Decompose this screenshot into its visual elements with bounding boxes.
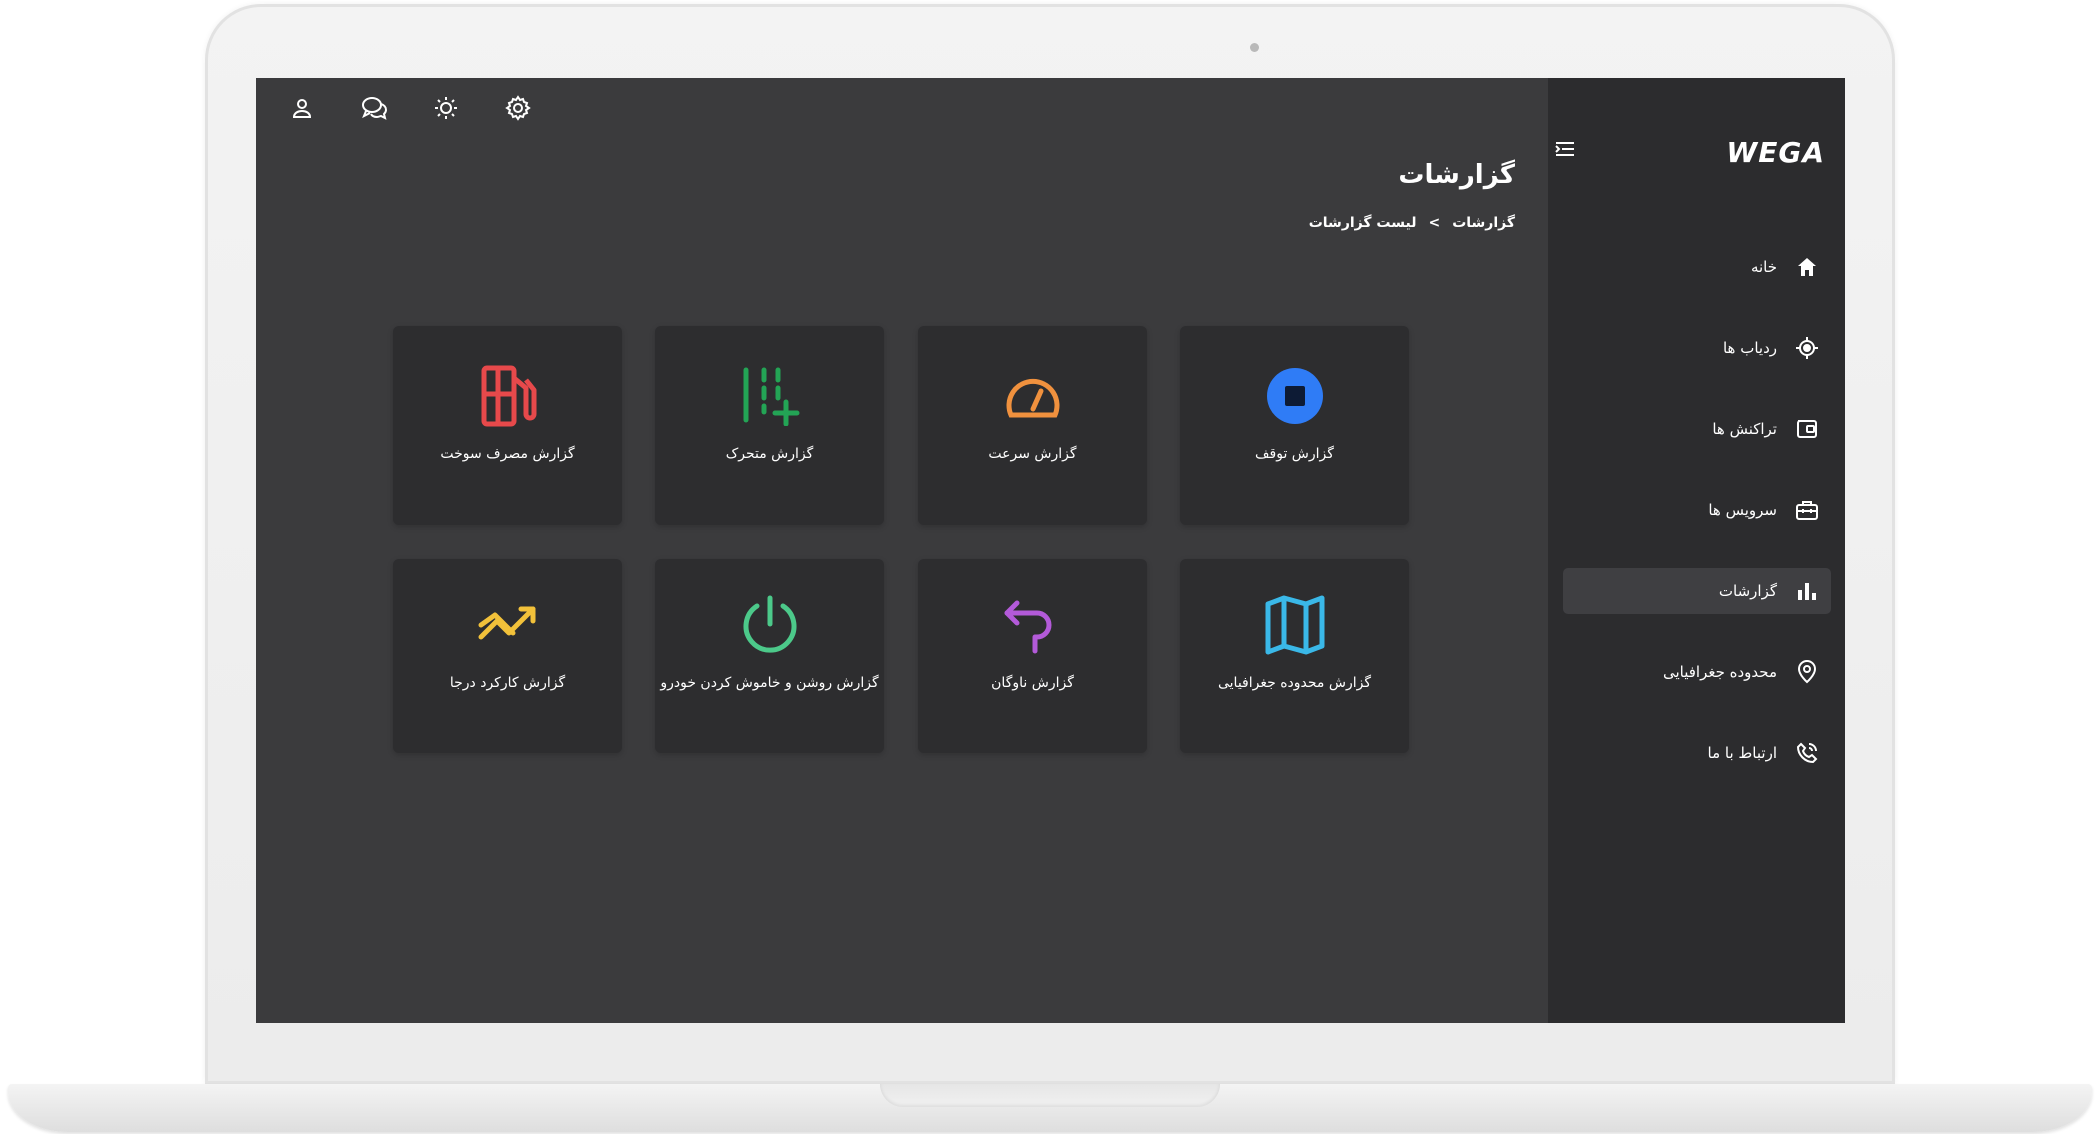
- phone-icon: [1793, 739, 1821, 767]
- sidebar-item-home[interactable]: خانه: [1563, 244, 1831, 290]
- speedometer-icon: [997, 360, 1069, 432]
- card-label: گزارش روشن و خاموش کردن خودرو: [660, 675, 879, 691]
- power-icon: [734, 589, 806, 661]
- moving-icon: [734, 360, 806, 432]
- wallet-icon: [1793, 415, 1821, 443]
- card-power-report[interactable]: گزارش روشن و خاموش کردن خودرو: [655, 559, 884, 753]
- settings-icon[interactable]: [502, 92, 534, 124]
- route-icon: [997, 589, 1069, 661]
- card-label: گزارش سرعت: [988, 446, 1077, 462]
- toolbox-icon: [1793, 496, 1821, 524]
- breadcrumb-item-report-list: لیست گزارشات: [1308, 215, 1417, 231]
- sidebar-item-transactions[interactable]: تراکنش ها: [1563, 406, 1831, 452]
- brightness-icon[interactable]: [430, 92, 462, 124]
- card-geofence-report[interactable]: گزارش محدوده جغرافیایی: [1180, 559, 1409, 753]
- card-label: گزارش توقف: [1255, 446, 1334, 462]
- sidebar-item-reports[interactable]: گزارشات: [1563, 568, 1831, 614]
- home-icon: [1793, 253, 1821, 281]
- breadcrumb-item-reports[interactable]: گزارشات: [1452, 215, 1515, 231]
- sidebar-item-contact[interactable]: ارتباط با ما: [1563, 730, 1831, 776]
- sidebar-item-trackers[interactable]: ردیاب ها: [1563, 325, 1831, 371]
- sidebar-item-label: محدوده جغرافیایی: [1662, 663, 1777, 681]
- report-cards-grid: گزارش توقف گزارش سرعت گزارش متحرک گزارش …: [393, 326, 1413, 756]
- card-label: گزارش محدوده جغرافیایی: [1217, 675, 1371, 691]
- sidebar-item-label: تراکنش ها: [1712, 420, 1777, 438]
- sidebar-item-label: خانه: [1750, 258, 1777, 276]
- app-logo[interactable]: WEGA: [1726, 136, 1825, 169]
- sidebar-item-geofence[interactable]: محدوده جغرافیایی: [1563, 649, 1831, 695]
- camera: [1250, 43, 1259, 52]
- card-moving-report[interactable]: گزارش متحرک: [655, 326, 884, 525]
- sidebar-item-label: گزارشات: [1718, 582, 1777, 600]
- card-speed-report[interactable]: گزارش سرعت: [918, 326, 1147, 525]
- map-pin-icon: [1793, 658, 1821, 686]
- card-stop-report[interactable]: گزارش توقف: [1180, 326, 1409, 525]
- stop-icon: [1259, 360, 1331, 432]
- menu-collapse-icon[interactable]: [1552, 140, 1576, 160]
- card-label: گزارش ناوگان: [991, 675, 1074, 691]
- sidebar-nav: خانه ردیاب ها تراکنش ها سرویس ها گزارشات…: [1563, 244, 1831, 811]
- sidebar-item-label: ردیاب ها: [1722, 339, 1777, 357]
- sidebar-item-label: ارتباط با ما: [1707, 744, 1777, 762]
- fuel-icon: [472, 360, 544, 432]
- card-fuel-report[interactable]: گزارش مصرف سوخت: [393, 326, 622, 525]
- breadcrumb: گزارشات > لیست گزارشات: [1309, 215, 1515, 231]
- bar-chart-icon: [1793, 577, 1821, 605]
- card-label: گزارش مصرف سوخت: [440, 446, 575, 462]
- card-label: گزارش متحرک: [725, 446, 814, 462]
- breadcrumb-separator: >: [1428, 215, 1441, 231]
- card-label: گزارش کارکرد درجا: [449, 675, 566, 691]
- page-title: گزارشات: [1398, 160, 1515, 190]
- chat-icon[interactable]: [358, 92, 390, 124]
- top-toolbar: [286, 92, 534, 124]
- sidebar: WEGA خانه ردیاب ها تراکنش ها سرویس ها گز…: [1548, 78, 1845, 1023]
- laptop-notch: [880, 1084, 1220, 1107]
- sidebar-item-services[interactable]: سرویس ها: [1563, 487, 1831, 533]
- card-idle-report[interactable]: گزارش کارکرد درجا: [393, 559, 622, 753]
- app-screen: گزارشات گزارشات > لیست گزارشات گزارش توق…: [256, 78, 1845, 1023]
- sidebar-item-label: سرویس ها: [1708, 501, 1777, 519]
- target-icon: [1793, 334, 1821, 362]
- trend-icon: [472, 589, 544, 661]
- user-icon[interactable]: [286, 92, 318, 124]
- map-icon: [1259, 589, 1331, 661]
- card-fleet-report[interactable]: گزارش ناوگان: [918, 559, 1147, 753]
